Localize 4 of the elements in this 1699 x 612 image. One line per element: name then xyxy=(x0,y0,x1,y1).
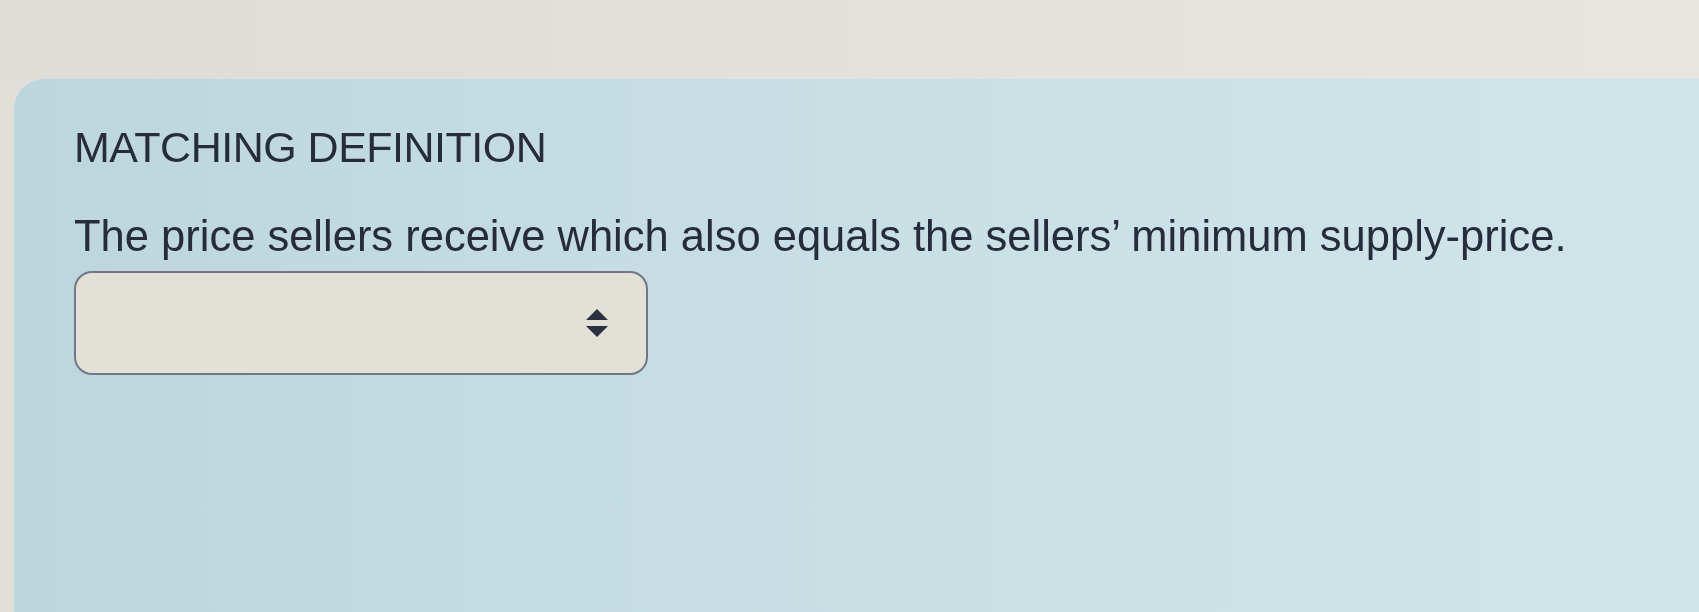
question-title: MATCHING DEFINITION xyxy=(74,123,547,171)
up-down-caret-icon xyxy=(586,309,608,337)
definition-text: The price sellers receive which also equals the sellers’ minimum supply-price. xyxy=(74,211,1567,261)
answer-select[interactable] xyxy=(74,271,648,375)
